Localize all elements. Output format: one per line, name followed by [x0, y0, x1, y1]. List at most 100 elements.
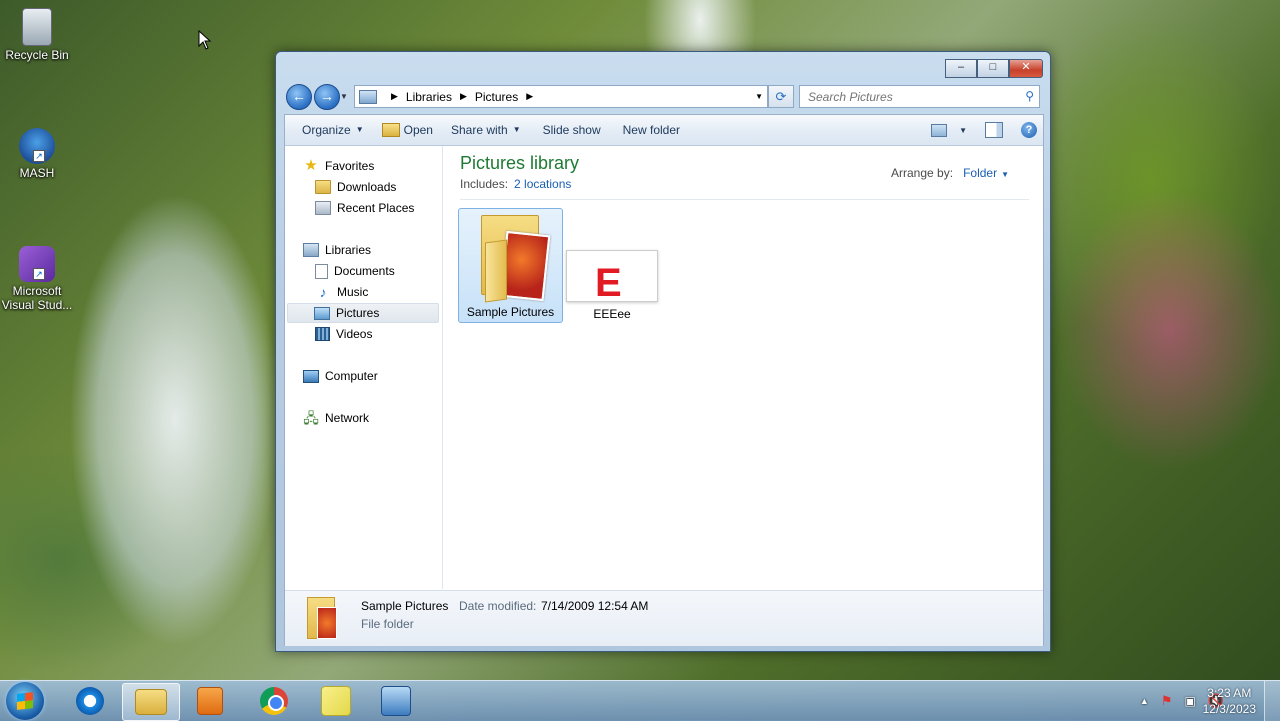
show-hidden-icons-button[interactable]: ▲: [1140, 696, 1149, 706]
details-type: File folder: [361, 617, 414, 631]
taskbar-media-player[interactable]: [182, 683, 238, 719]
change-view-icon[interactable]: [931, 123, 948, 137]
nav-item-recent-places[interactable]: Recent Places: [315, 198, 414, 218]
recent-pages-dropdown-icon[interactable]: ▼: [340, 92, 348, 101]
nav-item-libraries[interactable]: Libraries: [303, 240, 371, 260]
view-options-dropdown-icon[interactable]: ▼: [959, 126, 967, 135]
taskbar-sticky-notes[interactable]: [308, 683, 364, 719]
nav-item-label: Libraries: [325, 243, 372, 257]
search-icon[interactable]: ⚲: [1025, 89, 1034, 103]
action-center-flag-icon[interactable]: ⚑: [1161, 693, 1173, 709]
organize-button[interactable]: Organize ▼: [293, 115, 373, 145]
computer-icon: [303, 369, 319, 383]
music-icon: ♪: [319, 284, 327, 300]
nav-item-downloads[interactable]: Downloads: [315, 177, 396, 197]
desktop-icon-mash[interactable]: ↗ MASH: [0, 128, 74, 180]
open-folder-icon: [381, 123, 400, 137]
open-label: Open: [403, 123, 433, 137]
sticky-notes-icon: [321, 686, 351, 716]
refresh-button[interactable]: ⟳: [768, 85, 794, 108]
start-button[interactable]: [6, 682, 44, 720]
file-item-sample-pictures[interactable]: Sample Pictures: [458, 208, 563, 323]
breadcrumb-separator-icon[interactable]: ▶: [460, 91, 467, 102]
taskbar-windows-explorer[interactable]: [122, 683, 180, 721]
desktop-icon-label: Microsoft Visual Stud...: [1, 284, 73, 312]
breadcrumb-libraries[interactable]: Libraries: [406, 90, 452, 104]
thumbnail-letter: E: [595, 261, 622, 305]
nav-item-network[interactable]: 🖧 Network: [303, 408, 369, 428]
desktop-icon-recycle-bin[interactable]: Recycle Bin: [0, 8, 74, 62]
remote-desktop-icon: [381, 686, 411, 716]
nav-item-documents[interactable]: Documents: [315, 261, 395, 281]
includes-label: Includes:: [460, 177, 509, 191]
organize-label: Organize: [302, 123, 351, 137]
nav-item-label: Documents: [334, 264, 395, 278]
search-input[interactable]: [806, 86, 1010, 107]
taskbar-internet-explorer[interactable]: [62, 683, 118, 719]
breadcrumb-separator-icon[interactable]: ▶: [391, 91, 398, 102]
minimize-button[interactable]: –: [945, 59, 977, 78]
system-clock[interactable]: 3:23 AM 12/3/2023: [1203, 685, 1256, 717]
explorer-window: – □ ✕ ← → ▼ ▶ Libraries ▶ Pictures ▶ ▼ ⟳…: [275, 51, 1051, 652]
nav-item-label: Videos: [336, 327, 373, 341]
downloads-folder-icon: [315, 180, 331, 194]
forward-button[interactable]: →: [314, 84, 340, 110]
shortcut-arrow-icon: ↗: [33, 268, 45, 280]
arrange-by-dropdown[interactable]: Folder: [963, 166, 997, 180]
details-date-label: Date modified:: [459, 599, 537, 613]
nav-item-label: Pictures: [336, 306, 380, 320]
address-bar[interactable]: ▶ Libraries ▶ Pictures ▶ ▼: [354, 85, 768, 108]
slide-show-button[interactable]: Slide show: [534, 115, 610, 145]
visual-studio-icon: ↗: [19, 246, 55, 282]
view-controls: ▼ ?: [931, 115, 1037, 145]
search-box[interactable]: ⚲: [799, 85, 1040, 108]
arrange-by: Arrange by: Folder ▼: [891, 166, 1009, 180]
desktop-icon-label: MASH: [19, 166, 55, 180]
library-includes: Includes: 2 locations: [460, 177, 571, 191]
chevron-down-icon[interactable]: ▼: [1001, 170, 1009, 179]
locations-link[interactable]: 2 locations: [514, 177, 571, 191]
taskbar: ▲ ⚑ ▣ 🔇 3:23 AM 12/3/2023: [0, 680, 1280, 721]
details-pane: Sample Pictures Date modified: 7/14/2009…: [285, 590, 1043, 646]
shortcut-arrow-icon: ↗: [33, 150, 45, 162]
navigation-pane: ★ Favorites Downloads Recent Places Libra…: [285, 146, 443, 589]
library-icon: [359, 89, 377, 104]
open-button[interactable]: Open: [373, 115, 442, 145]
breadcrumb-separator-icon[interactable]: ▶: [526, 91, 533, 102]
nav-item-computer[interactable]: Computer: [303, 366, 378, 386]
star-icon: ★: [304, 157, 318, 174]
nav-item-label: Music: [337, 285, 369, 299]
command-bar: Organize ▼ Open Share with ▼ Slide show Ne…: [285, 115, 1043, 146]
nav-item-music[interactable]: ♪ Music: [315, 282, 369, 302]
file-item-label: Sample Pictures: [466, 305, 555, 319]
close-button[interactable]: ✕: [1009, 59, 1043, 78]
preview-pane-icon[interactable]: [985, 122, 1003, 138]
details-date-value: 7/14/2009 12:54 AM: [541, 599, 649, 613]
show-desktop-button[interactable]: [1264, 681, 1280, 721]
new-folder-button[interactable]: New folder: [614, 115, 689, 145]
caption-buttons: – □ ✕: [945, 59, 1043, 78]
file-item-eeeee[interactable]: E EEEee: [563, 208, 661, 321]
header-divider: [460, 199, 1029, 200]
file-list-pane: Pictures library Includes: 2 locations Ar…: [443, 146, 1043, 589]
taskbar-chrome[interactable]: [246, 683, 302, 719]
nav-item-videos[interactable]: Videos: [315, 324, 372, 344]
chevron-down-icon: ▼: [355, 125, 364, 134]
nav-item-pictures[interactable]: Pictures: [287, 303, 439, 323]
nav-item-label: Computer: [325, 369, 378, 383]
folder-icon: [305, 597, 337, 639]
desktop-icon-label: Recycle Bin: [5, 48, 69, 62]
taskbar-remote-desktop[interactable]: [368, 683, 424, 719]
back-button[interactable]: ←: [286, 84, 312, 110]
details-name: Sample Pictures: [361, 599, 449, 613]
share-with-button[interactable]: Share with ▼: [442, 115, 530, 145]
breadcrumb-pictures[interactable]: Pictures: [475, 90, 518, 104]
clock-time: 3:23 AM: [1207, 686, 1252, 700]
desktop-icon-visual-studio[interactable]: ↗ Microsoft Visual Stud...: [0, 246, 74, 312]
nav-item-favorites[interactable]: ★ Favorites: [303, 156, 374, 176]
network-status-icon[interactable]: ▣: [1184, 694, 1195, 708]
help-icon[interactable]: ?: [1021, 122, 1037, 138]
address-dropdown-icon[interactable]: ▼: [755, 92, 763, 101]
maximize-button[interactable]: □: [977, 59, 1009, 78]
documents-icon: [315, 263, 328, 279]
